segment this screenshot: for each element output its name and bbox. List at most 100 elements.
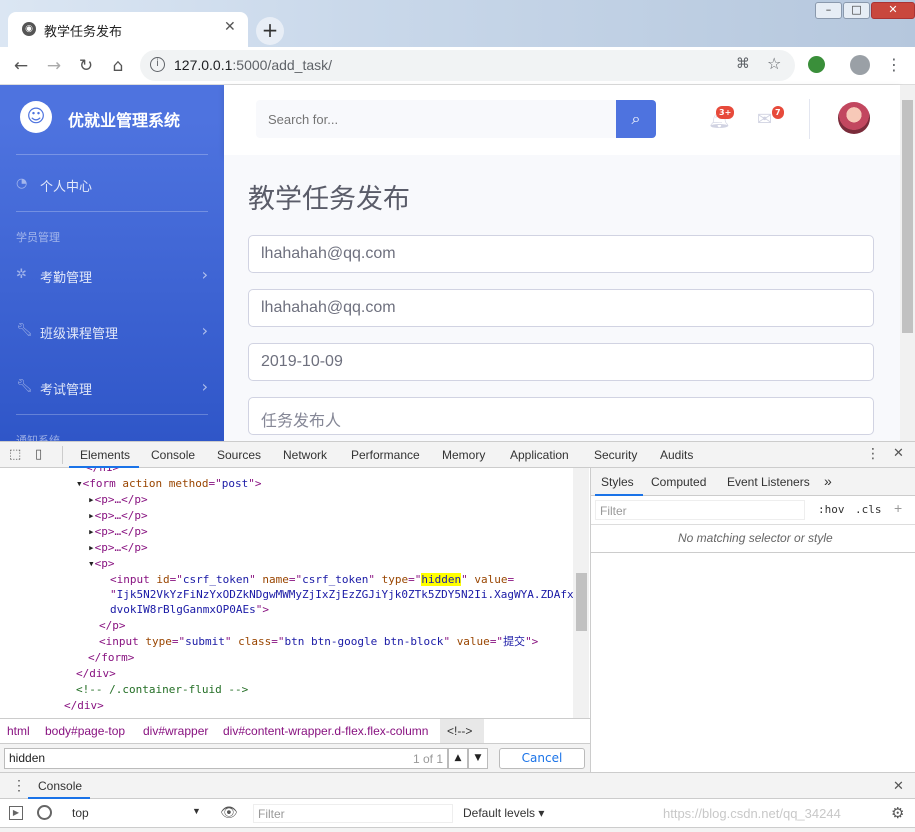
drawer-menu-icon[interactable]: ⋮ [12, 777, 26, 794]
clear-console-icon[interactable] [37, 805, 52, 820]
tab-styles[interactable]: Styles [601, 475, 634, 489]
profile-icon[interactable] [850, 55, 870, 75]
dom-line-input[interactable]: <input id="csrf_token" name="csrf_token"… [110, 572, 514, 587]
tab-application[interactable]: Application [510, 448, 569, 462]
more-tabs-icon[interactable]: » [824, 473, 832, 489]
tab-event-listeners[interactable]: Event Listeners [727, 475, 810, 489]
maximize-button[interactable]: □ [843, 2, 870, 19]
dom-token-text-1: Ijk5N2VkYzFiNzYxODZkNDgwMWMyZjIxZjEzZGJi… [116, 588, 573, 601]
publisher-field[interactable]: 任务发布人 [248, 397, 874, 435]
dom-line-p[interactable]: ▸<p>…</p> [88, 540, 148, 555]
device-toolbar-icon[interactable]: ▯ [35, 447, 42, 462]
tab-network[interactable]: Network [283, 448, 327, 462]
sidebar-section-heading: 学员管理 [16, 231, 60, 244]
home-icon[interactable]: ⌂ [107, 55, 129, 77]
dom-form-method: method [168, 477, 209, 490]
window-close-button[interactable]: ✕ [871, 2, 915, 19]
breadcrumb-comment[interactable]: <!--> [447, 724, 472, 738]
eye-icon[interactable]: 👁︎ [220, 804, 238, 821]
drawer-tab-console[interactable]: Console [38, 779, 82, 793]
devtools-menu-icon[interactable]: ⋮ [866, 446, 880, 462]
dom-line-p[interactable]: ▸<p>…</p> [88, 524, 148, 539]
sidebar-item-label: 考勤管理 [40, 271, 93, 286]
address-bar[interactable]: i 127.0.0.1:5000/add_task/ ⌘ ☆ [140, 50, 795, 81]
tab-security[interactable]: Security [594, 448, 637, 462]
browser-toolbar: ← → ↻ ⌂ i 127.0.0.1:5000/add_task/ ⌘ ☆ ⋮ [0, 47, 915, 85]
context-selector[interactable]: top [72, 806, 89, 820]
translate-icon[interactable]: ⌘ [736, 56, 750, 72]
brand-name[interactable]: 优就业管理系统 [68, 107, 180, 131]
dom-line: </div> [76, 667, 116, 680]
tab-sources[interactable]: Sources [217, 448, 261, 462]
breadcrumb-body[interactable]: body#page-top [45, 724, 125, 738]
styles-filter-input[interactable]: Filter [595, 500, 805, 520]
dom-line-p-open[interactable]: ▾<p> [88, 556, 115, 571]
find-prev-icon[interactable]: ▲ [448, 748, 468, 769]
console-filter-input[interactable]: Filter [253, 804, 453, 823]
tab-close-icon[interactable]: ✕ [224, 19, 236, 35]
breadcrumb-html[interactable]: html [7, 724, 30, 738]
find-input[interactable]: hidden 1 of 1 [4, 748, 448, 769]
breadcrumb-wrapper[interactable]: div#wrapper [143, 724, 208, 738]
sidebar-item-personal[interactable]: ◔ 个人中心 [16, 174, 216, 198]
sidebar-item-attendance[interactable]: ✲ 考勤管理 › [16, 265, 216, 289]
sidebar-toggle-icon[interactable]: ▶ [9, 806, 23, 820]
date-field[interactable]: 2019-10-09 [248, 343, 874, 381]
brand-logo-icon: ☺ [20, 101, 52, 133]
forward-icon[interactable]: → [43, 55, 65, 77]
back-icon[interactable]: ← [10, 55, 32, 77]
tab-title: 教学任务发布 [44, 25, 123, 40]
inspect-icon[interactable]: ⬚ [9, 447, 21, 462]
search-button[interactable]: ⌕ [616, 100, 656, 138]
sidebar-item-exam[interactable]: 🔧︎ 考试管理 › [16, 377, 216, 401]
info-icon[interactable]: i [150, 57, 165, 72]
tab-divider [62, 446, 63, 464]
tab-elements[interactable]: Elements [80, 448, 130, 462]
menu-kebab-icon[interactable]: ⋮ [886, 55, 902, 74]
minimize-button[interactable]: – [815, 2, 842, 19]
chevron-right-icon: › [201, 265, 208, 284]
url-text[interactable]: 127.0.0.1:5000/add_task/ [174, 57, 332, 73]
tab-audits[interactable]: Audits [660, 448, 693, 462]
levels-dropdown[interactable]: Default levels ▾ [463, 806, 544, 820]
hov-toggle[interactable]: :hov [818, 503, 845, 516]
tab-performance[interactable]: Performance [351, 448, 420, 462]
devtools-close-icon[interactable]: ✕ [893, 446, 904, 461]
tab-memory[interactable]: Memory [442, 448, 485, 462]
dom-line-p[interactable]: ▸<p>…</p> [88, 492, 148, 507]
dom-line-form[interactable]: ▾<form action method="post"> [76, 476, 262, 491]
dom-line: </div> [64, 699, 104, 712]
dom-scrollbar-thumb[interactable] [576, 573, 587, 631]
dom-token-text-2: dvokIW8rBlgGanmxOP0AEs [110, 603, 256, 616]
email-field[interactable]: lhahahah@qq.com [248, 235, 874, 273]
search-input[interactable] [256, 100, 616, 138]
dom-tree[interactable]: </h1> ▾<form action method="post"> ▸<p>…… [0, 468, 573, 718]
sidebar-item-label: 班级课程管理 [40, 327, 119, 342]
sidebar-item-class-course[interactable]: 🔧︎ 班级课程管理 › [16, 321, 216, 345]
new-rule-icon[interactable]: + [894, 500, 902, 516]
envelope-icon[interactable]: ✉ [757, 109, 772, 130]
tab-console[interactable]: Console [151, 448, 195, 462]
dom-line-submit[interactable]: <input type="submit" class="btn btn-goog… [99, 634, 538, 649]
context-dropdown-icon[interactable]: ▼ [192, 806, 201, 816]
tab-computed[interactable]: Computed [651, 475, 706, 489]
cls-toggle[interactable]: .cls [855, 503, 882, 516]
email-field-2[interactable]: lhahahah@qq.com [248, 289, 874, 327]
browser-tab[interactable]: ◉ 教学任务发布 ✕ [8, 12, 248, 47]
dom-comment: <!-- /.container-fluid --> [76, 683, 249, 696]
avatar[interactable] [838, 102, 870, 134]
drawer-close-icon[interactable]: ✕ [893, 778, 904, 794]
cancel-button[interactable]: Cancel [499, 748, 585, 769]
reload-icon[interactable]: ↻ [75, 55, 97, 77]
breadcrumb-content-wrapper[interactable]: div#content-wrapper.d-flex.flex-column [223, 724, 428, 738]
bookmark-star-icon[interactable]: ☆ [767, 54, 781, 73]
gear-icon: ✲ [16, 267, 27, 282]
dom-p-collapsed: <p>…</p> [94, 541, 148, 554]
dom-line-p[interactable]: ▸<p>…</p> [88, 508, 148, 523]
find-next-icon[interactable]: ▼ [468, 748, 488, 769]
extension-icon[interactable] [808, 56, 825, 73]
page-scrollbar-thumb[interactable] [902, 100, 913, 333]
url-path: :5000/add_task/ [232, 57, 333, 73]
new-tab-button[interactable]: + [256, 17, 284, 45]
console-settings-gear-icon[interactable]: ⚙ [891, 804, 904, 822]
